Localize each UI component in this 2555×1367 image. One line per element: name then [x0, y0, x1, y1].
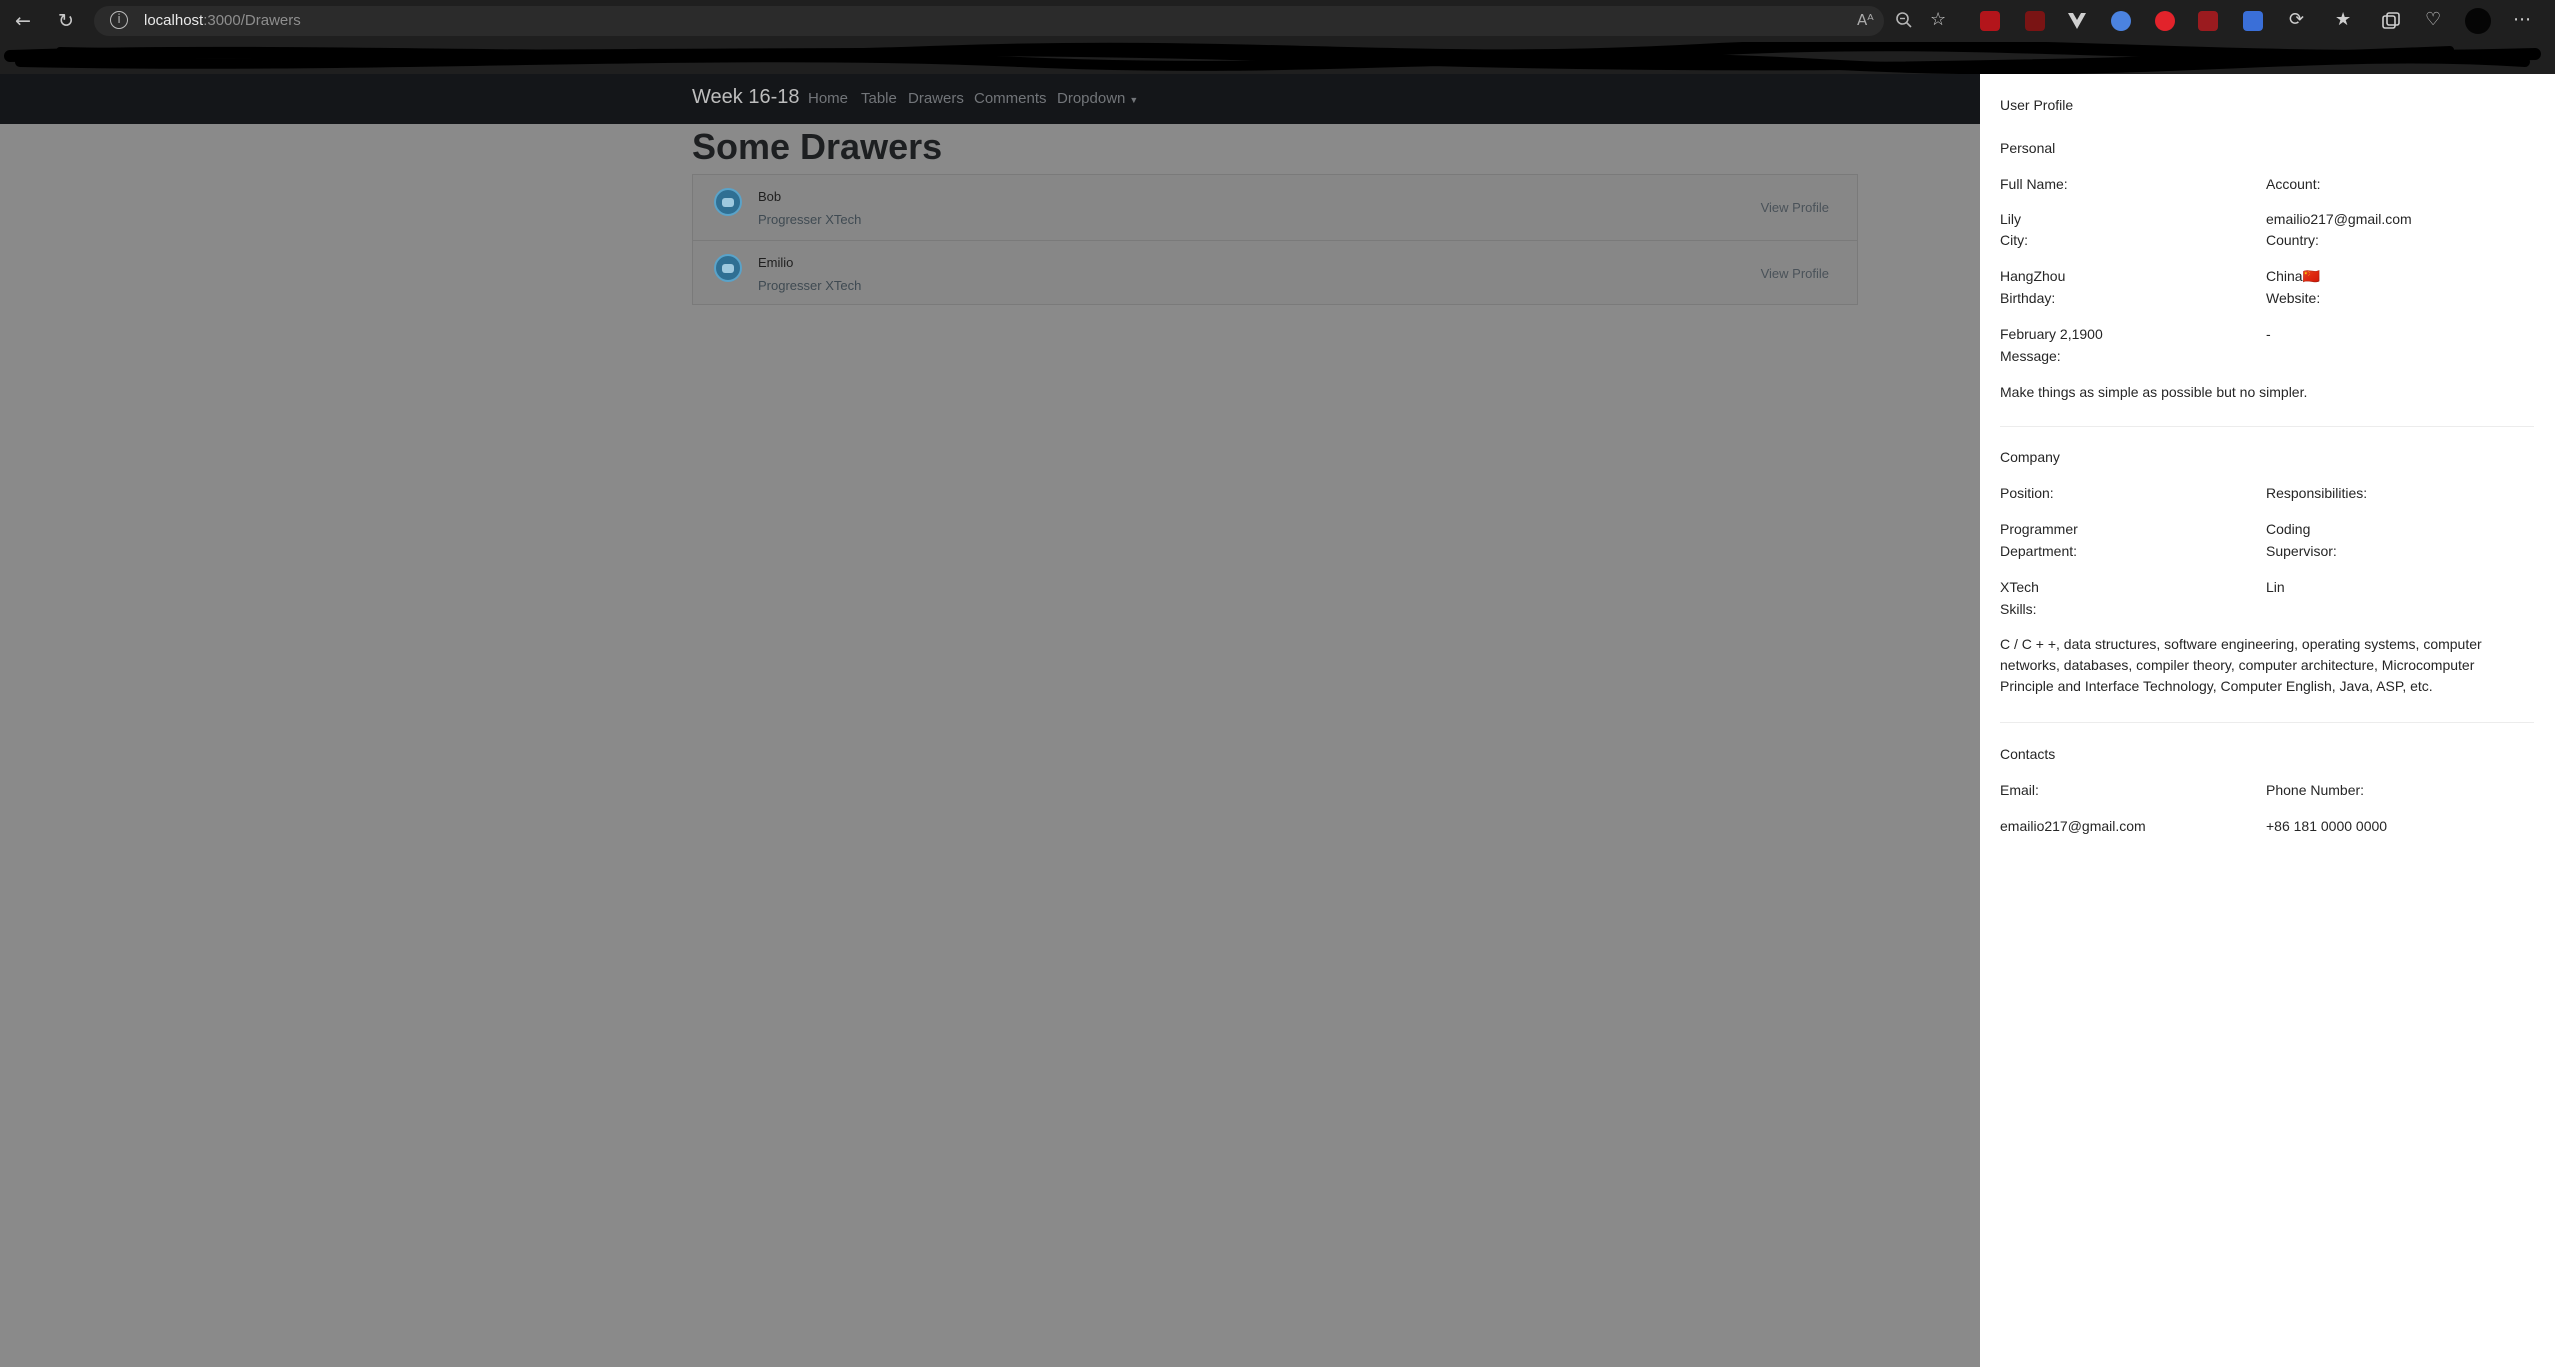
- extension-vue-icon[interactable]: [2067, 11, 2087, 31]
- message-value: Make things as simple as possible but no…: [2000, 384, 2308, 400]
- section-company-heading: Company: [2000, 449, 2060, 465]
- section-contacts-heading: Contacts: [2000, 746, 2056, 762]
- message-label: Message:: [2000, 348, 2061, 364]
- website-value: -: [2266, 326, 2271, 342]
- item-subtitle: Progresser XTech: [758, 278, 862, 293]
- site-info-icon[interactable]: i: [110, 11, 128, 29]
- birthday-value: February 2,1900: [2000, 326, 2103, 342]
- skills-value: C / C + +, data structures, software eng…: [2000, 636, 2482, 694]
- screen: ← ↻ i localhost:3000/Drawers Aᴬ ☆ ⟳ ★ ♡ …: [0, 0, 2555, 1367]
- browser-essentials-icon[interactable]: ♡: [2425, 9, 2441, 30]
- birthday-label: Birthday:: [2000, 290, 2056, 306]
- department-label: Department:: [2000, 543, 2078, 559]
- nav-comments[interactable]: Comments: [974, 90, 1047, 107]
- item-subtitle: Progresser XTech: [758, 212, 862, 227]
- item-name: Emilio: [758, 255, 794, 270]
- view-profile-link[interactable]: View Profile: [1761, 266, 1829, 281]
- translate-icon[interactable]: [2243, 11, 2263, 31]
- extension-red-icon[interactable]: [1980, 11, 2000, 31]
- drawer-title: User Profile: [2000, 97, 2074, 113]
- list-item: Bob Progresser XTech View Profile: [693, 175, 1857, 240]
- app-navbar: Week 16-18 Home Table Drawers Comments D…: [0, 74, 1980, 124]
- full-name-value: Lily: [2000, 211, 2022, 227]
- drawer-list: Bob Progresser XTech View Profile Emilio…: [692, 174, 1858, 305]
- city-label: City:: [2000, 232, 2028, 248]
- country-label: Country:: [2266, 232, 2319, 248]
- zoom-icon[interactable]: [1895, 11, 1913, 29]
- supervisor-value: Lin: [2266, 579, 2285, 595]
- caret-down-icon: ▼: [1129, 95, 1139, 105]
- extension-darkred-icon[interactable]: [2025, 11, 2045, 31]
- email-value: emailio217@gmail.com: [2000, 818, 2146, 834]
- country-value: China🇨🇳: [2266, 268, 2321, 284]
- account-value: emailio217@gmail.com: [2266, 211, 2412, 227]
- user-profile-drawer: User Profile Personal Full Name: Account…: [1980, 74, 2555, 1367]
- profile-avatar[interactable]: [2465, 8, 2491, 34]
- nav-drawers[interactable]: Drawers: [908, 90, 964, 107]
- position-label: Position:: [2000, 485, 2054, 501]
- redaction-scribble: [4, 42, 2541, 74]
- sync-icon[interactable]: ⟳: [2289, 9, 2304, 30]
- nav-dropdown-label: Dropdown: [1057, 90, 1126, 107]
- address-bar[interactable]: i localhost:3000/Drawers Aᴬ: [94, 6, 1884, 36]
- website-label: Website:: [2266, 290, 2321, 306]
- item-name: Bob: [758, 189, 782, 204]
- phone-label: Phone Number:: [2266, 782, 2365, 798]
- city-value: HangZhou: [2000, 268, 2066, 284]
- phone-value: +86 181 0000 0000: [2266, 818, 2388, 834]
- section-divider: [2000, 426, 2534, 427]
- list-item: Emilio Progresser XTech View Profile: [693, 240, 1857, 305]
- url-text[interactable]: localhost:3000/Drawers: [144, 12, 301, 29]
- responsibilities-value: Coding: [2266, 521, 2311, 537]
- department-value: XTech: [2000, 579, 2039, 595]
- url-path: :3000/Drawers: [203, 12, 301, 29]
- extension-blue-icon[interactable]: [2111, 11, 2131, 31]
- skills-label: Skills:: [2000, 601, 2037, 617]
- favorite-add-icon[interactable]: ☆: [1930, 9, 1946, 30]
- browser-toolbar: ← ↻ i localhost:3000/Drawers Aᴬ ☆ ⟳ ★ ♡ …: [0, 0, 2555, 42]
- collections-icon[interactable]: [2381, 11, 2401, 31]
- reload-icon[interactable]: ↻: [53, 9, 79, 33]
- page-overlay[interactable]: Some Drawers Bob Progresser XTech View P…: [0, 124, 1980, 1367]
- avatar: [714, 254, 742, 282]
- section-divider: [2000, 722, 2534, 723]
- responsibilities-label: Responsibilities:: [2266, 485, 2368, 501]
- favorites-icon[interactable]: ★: [2335, 9, 2351, 30]
- avatar: [714, 188, 742, 216]
- more-options-icon[interactable]: ⋯: [2513, 9, 2531, 30]
- page-title: Some Drawers: [692, 126, 943, 167]
- extension-netflix-icon[interactable]: [2198, 11, 2218, 31]
- view-profile-link[interactable]: View Profile: [1761, 200, 1829, 215]
- full-name-label: Full Name:: [2000, 176, 2068, 192]
- navbar-brand[interactable]: Week 16-18: [692, 86, 799, 109]
- position-value: Programmer: [2000, 521, 2078, 537]
- nav-home[interactable]: Home: [808, 90, 848, 107]
- nav-table[interactable]: Table: [861, 90, 897, 107]
- supervisor-label: Supervisor:: [2266, 543, 2337, 559]
- bookmarks-bar: [0, 42, 2555, 74]
- section-personal-heading: Personal: [2000, 140, 2056, 156]
- read-aloud-icon[interactable]: Aᴬ: [1857, 11, 1874, 29]
- url-host: localhost: [144, 12, 204, 29]
- extension-rec-icon[interactable]: [2155, 11, 2175, 31]
- nav-dropdown[interactable]: Dropdown ▼: [1057, 90, 1138, 107]
- email-label: Email:: [2000, 782, 2039, 798]
- account-label: Account:: [2266, 176, 2321, 192]
- back-icon[interactable]: ←: [10, 9, 36, 33]
